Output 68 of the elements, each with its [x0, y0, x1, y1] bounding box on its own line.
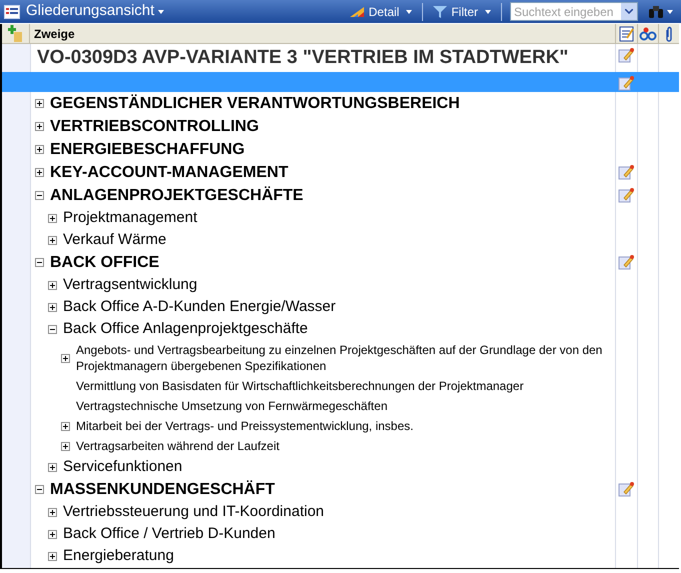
tree-item-label[interactable]: Vertragsentwicklung [63, 274, 206, 296]
expand-icon[interactable] [48, 302, 57, 312]
note-edit-icon[interactable] [618, 481, 634, 497]
find-button[interactable] [648, 5, 673, 18]
expand-icon[interactable] [61, 422, 70, 430]
chevron-down-icon [625, 9, 633, 14]
note-edit-icon[interactable] [618, 75, 634, 91]
collapse-icon[interactable] [35, 258, 44, 267]
expand-icon[interactable] [48, 552, 57, 560]
document-title: VO-0309D3 AVP-VARIANTE 3 "VERTRIEB IM STADTWERK" [37, 46, 568, 70]
expand-icon[interactable] [48, 214, 57, 222]
tree-item-label[interactable]: Back Office A-D-Kunden Energie/Wasser [63, 296, 344, 318]
list-view-icon [4, 4, 20, 18]
tree-item-label[interactable]: GEGENSTÄNDLICHER VERANTWORTUNGSBEREICH [50, 92, 468, 116]
tree-item-label[interactable]: Vertragstechnische Umsetzung von Fernwärmegeschäften [76, 398, 396, 414]
caret-icon [158, 10, 164, 14]
detail-button[interactable]: Detail [346, 2, 414, 20]
add-branch-icon[interactable] [8, 25, 24, 42]
tree-item-label[interactable]: MASSENKUNDENGESCHÄFT [50, 478, 283, 502]
expand-icon[interactable] [48, 236, 57, 244]
collapse-icon[interactable] [35, 485, 44, 494]
note-edit-icon[interactable] [618, 47, 634, 63]
tree-item-label[interactable]: KEY-ACCOUNT-MANAGEMENT [50, 160, 296, 184]
note-edit-icon[interactable] [618, 187, 634, 203]
expand-icon[interactable] [48, 462, 57, 472]
collapse-icon[interactable] [35, 191, 44, 200]
tree-item-label[interactable]: Vertragsarbeiten während der Laufzeit [76, 438, 288, 454]
tree-item-label[interactable]: Energieberatung [63, 544, 182, 568]
expand-icon[interactable] [61, 354, 70, 362]
filter-icon [433, 6, 448, 18]
tree-item-label[interactable]: Back Office Anlagenprojektgeschäfte [63, 318, 316, 340]
column-title[interactable]: Zweige [30, 24, 615, 43]
expand-icon[interactable] [61, 442, 70, 450]
tree-item-label[interactable]: BACK OFFICE [50, 250, 168, 274]
tree-item-label[interactable]: Projektmanagement [63, 206, 206, 230]
caret-icon [485, 10, 491, 14]
dropdown-button[interactable] [621, 3, 637, 20]
expand-icon[interactable] [48, 280, 57, 290]
paperclip-icon[interactable] [665, 26, 673, 42]
link-icon[interactable] [639, 26, 657, 40]
tree-item-label[interactable]: Vermittlung von Basisdaten für Wirtschaftlichkeitsberechnungen der Projektmanager [76, 378, 532, 394]
title-row[interactable]: VO-0309D3 AVP-VARIANTE 3 "VERTRIEB IM STADTWERK" [2, 44, 679, 72]
caret-icon [406, 10, 412, 14]
tree-item-label[interactable]: ANLAGENPROJEKTGESCHÄFTE [50, 184, 312, 208]
search-field[interactable]: Suchtext eingeben [510, 2, 638, 21]
expand-icon[interactable] [48, 508, 57, 516]
caret-icon [667, 10, 673, 14]
tree-item-label[interactable]: Angebots- und Vertragsbearbeitung zu einzelnen Projektgeschäften auf der Grundlage der von den Projektmanagern übergebenen Spezifikationen [76, 342, 615, 374]
binoculars-icon [648, 5, 664, 18]
filter-button[interactable]: Filter [431, 2, 493, 20]
bar-chart-icon [348, 6, 365, 18]
view-title-menu[interactable]: Gliederungsansicht [26, 0, 164, 23]
collapse-icon[interactable] [48, 324, 57, 334]
tree-item-label[interactable]: Mitarbeit bei der Vertrags- und Preissystementwicklung, insbes. [76, 418, 422, 434]
expand-icon[interactable] [35, 145, 44, 154]
tree-item-label[interactable]: Back Office / Vertrieb D-Kunden [63, 522, 284, 546]
notes-icon[interactable] [618, 26, 634, 42]
tree-item-label[interactable]: Vertriebssteuerung und IT-Koordination [63, 500, 332, 524]
tree-item-label[interactable]: Verkauf Wärme [63, 228, 174, 252]
tree-item-label[interactable]: ENERGIEBESCHAFFUNG [50, 138, 253, 162]
tree-item-label[interactable]: VERTRIEBSCONTROLLING [50, 114, 267, 138]
expand-icon[interactable] [35, 122, 44, 131]
note-edit-icon[interactable] [618, 164, 634, 180]
expand-icon[interactable] [35, 168, 44, 177]
tree-item-label[interactable]: Servicefunktionen [63, 456, 190, 478]
expand-icon[interactable] [48, 530, 57, 538]
expand-icon[interactable] [35, 99, 44, 108]
note-edit-icon[interactable] [618, 254, 634, 270]
